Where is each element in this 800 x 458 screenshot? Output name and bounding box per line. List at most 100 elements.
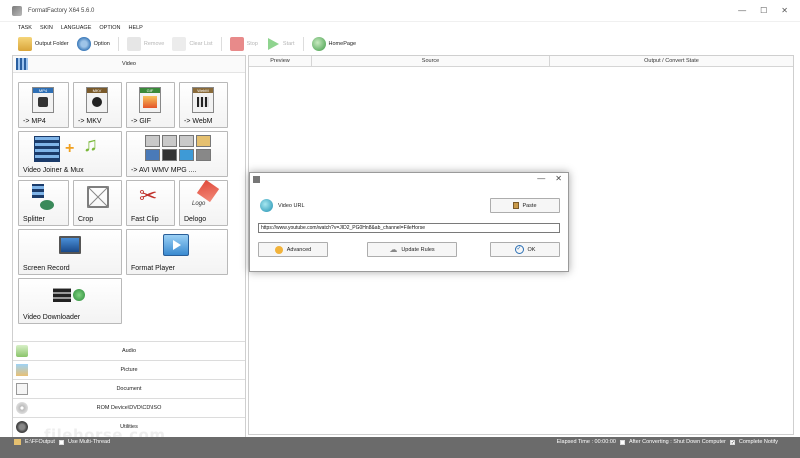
ok-button[interactable]: ✓ OK (490, 242, 560, 257)
document-icon (16, 383, 28, 395)
tile-crop[interactable]: Crop (73, 180, 122, 226)
tile-avi-wmv-mpg[interactable]: -> AVI WMV MPG .... (126, 131, 228, 177)
monitor-icon (59, 236, 81, 254)
column-source[interactable]: Source (312, 56, 550, 66)
clipboard-icon (513, 202, 520, 209)
remove-button[interactable]: Remove (125, 35, 166, 53)
category-rom-device[interactable]: ROM Device\DVD\CD\ISO (13, 398, 245, 417)
download-icon (53, 285, 87, 305)
tile-fast-clip-label: Fast Clip (131, 216, 159, 223)
option-label: Option (93, 41, 110, 47)
update-rules-button[interactable]: ☁ Update Rules (367, 242, 457, 257)
gif-badge: GIF (140, 88, 160, 93)
tile-delogo[interactable]: Logo Delogo (179, 179, 228, 226)
tile-video-downloader[interactable]: Video Downloader (18, 278, 122, 324)
output-folder-button[interactable]: Output Folder (16, 35, 71, 53)
after-converting-checkbox[interactable] (619, 439, 625, 445)
paste-label: Paste (522, 202, 537, 209)
tile-video-downloader-label: Video Downloader (23, 314, 81, 321)
tile-gif-label: -> GIF (131, 118, 152, 125)
stop-label: Stop (246, 41, 258, 47)
music-icon (16, 345, 28, 357)
multi-thread-label: Use Multi-Thread (67, 439, 111, 445)
menu-task[interactable]: TASK (18, 25, 32, 31)
window-title: FormatFactory X64 5.6.0 (28, 7, 95, 14)
scissors-icon: ✂ (139, 183, 158, 208)
tile-format-player[interactable]: Format Player (126, 229, 228, 275)
crop-icon (87, 186, 109, 208)
stop-button[interactable]: Stop (228, 35, 260, 53)
dialog-close-icon[interactable]: ✕ (555, 174, 562, 183)
complete-notify-checkbox[interactable]: ✓ (729, 439, 735, 445)
minimize-icon[interactable]: — (738, 6, 746, 15)
start-button[interactable]: Start (264, 35, 297, 53)
tile-mkv[interactable]: MKV -> MKV (73, 82, 122, 128)
after-converting-label[interactable]: After Converting : Shut Down Computer (629, 439, 726, 445)
status-bar: E:\FFOutput Use Multi-Thread Elapsed Tim… (0, 437, 800, 458)
paste-button[interactable]: Paste (490, 198, 560, 213)
tile-screen-record[interactable]: Screen Record (18, 229, 122, 275)
menu-language[interactable]: LANGUAGE (61, 25, 92, 31)
category-picture[interactable]: Picture (13, 360, 245, 379)
menu-skin[interactable]: SKIN (40, 25, 53, 31)
cloud-upload-icon: ☁ (389, 244, 398, 254)
output-path[interactable]: E:\FFOutput (25, 439, 55, 445)
option-button[interactable]: Option (75, 35, 112, 53)
menu-bar: TASK SKIN LANGUAGE OPTION HELP (0, 22, 800, 34)
dialog-icon (253, 176, 260, 183)
tile-delogo-label: Delogo (184, 216, 207, 223)
category-picture-label: Picture (120, 367, 138, 373)
webm-badge: WebM (193, 88, 213, 93)
video-url-input[interactable]: https://www.youtube.com/watch?v=JID2_PG0… (258, 223, 560, 233)
toolbar-divider (302, 37, 304, 51)
close-icon[interactable]: ✕ (781, 6, 788, 15)
column-output-state[interactable]: Output / Convert State (550, 56, 793, 66)
tile-gif[interactable]: GIF -> GIF (126, 82, 175, 128)
category-rom-device-label: ROM Device\DVD\CD\ISO (96, 405, 162, 411)
ok-label: OK (527, 246, 536, 253)
tile-webm[interactable]: WebM -> WebM (179, 82, 228, 128)
category-document-label: Document (116, 386, 142, 392)
tile-mp4-label: -> MP4 (23, 118, 46, 125)
picture-icon (16, 364, 28, 376)
dialog-title-bar: — ✕ (250, 173, 568, 186)
menu-help[interactable]: HELP (128, 25, 142, 31)
title-bar: FormatFactory X64 5.6.0 — ☐ ✕ (0, 0, 800, 22)
tile-fast-clip[interactable]: ✂ Fast Clip (126, 180, 175, 226)
disc-icon (16, 402, 28, 414)
maximize-icon[interactable]: ☐ (760, 6, 767, 15)
mp4-badge: MP4 (33, 88, 53, 93)
tile-screen-record-label: Screen Record (23, 265, 70, 272)
category-document[interactable]: Document (13, 379, 245, 398)
tile-splitter-label: Splitter (23, 216, 45, 223)
music-note-icon: ♫ (83, 134, 98, 156)
tile-splitter[interactable]: Splitter (18, 180, 69, 226)
advanced-icon (274, 245, 283, 254)
multi-thread-checkbox[interactable] (58, 439, 64, 445)
advanced-label: Advanced (286, 246, 312, 253)
homepage-button[interactable]: HomePage (310, 35, 359, 53)
dialog-minimize-icon[interactable]: — (537, 174, 545, 183)
category-video-label: Video (122, 61, 136, 67)
menu-option[interactable]: OPTION (99, 25, 120, 31)
check-icon: ✓ (514, 245, 524, 254)
remove-label: Remove (143, 41, 165, 47)
toolbar-divider (117, 37, 119, 51)
category-audio[interactable]: Audio (13, 341, 245, 360)
start-label: Start (282, 41, 295, 47)
tile-video-joiner[interactable]: + ♫ Video Joiner & Mux (18, 131, 122, 177)
clear-list-label: Clear List (189, 41, 213, 47)
gear-icon (76, 37, 91, 51)
tile-mp4[interactable]: MP4 -> MP4 (18, 82, 69, 128)
advanced-button[interactable]: Advanced (258, 242, 328, 257)
output-path-icon (14, 439, 21, 445)
category-video[interactable]: Video (13, 56, 245, 73)
clear-list-button[interactable]: Clear List (170, 35, 214, 53)
status-left: E:\FFOutput Use Multi-Thread (14, 439, 110, 445)
column-preview[interactable]: Preview (249, 56, 312, 66)
tile-crop-label: Crop (78, 216, 94, 223)
update-rules-label: Update Rules (401, 246, 435, 253)
stop-icon (229, 37, 244, 51)
film-strip-icon (34, 136, 60, 162)
tile-avi-wmv-mpg-label: -> AVI WMV MPG .... (131, 167, 197, 174)
